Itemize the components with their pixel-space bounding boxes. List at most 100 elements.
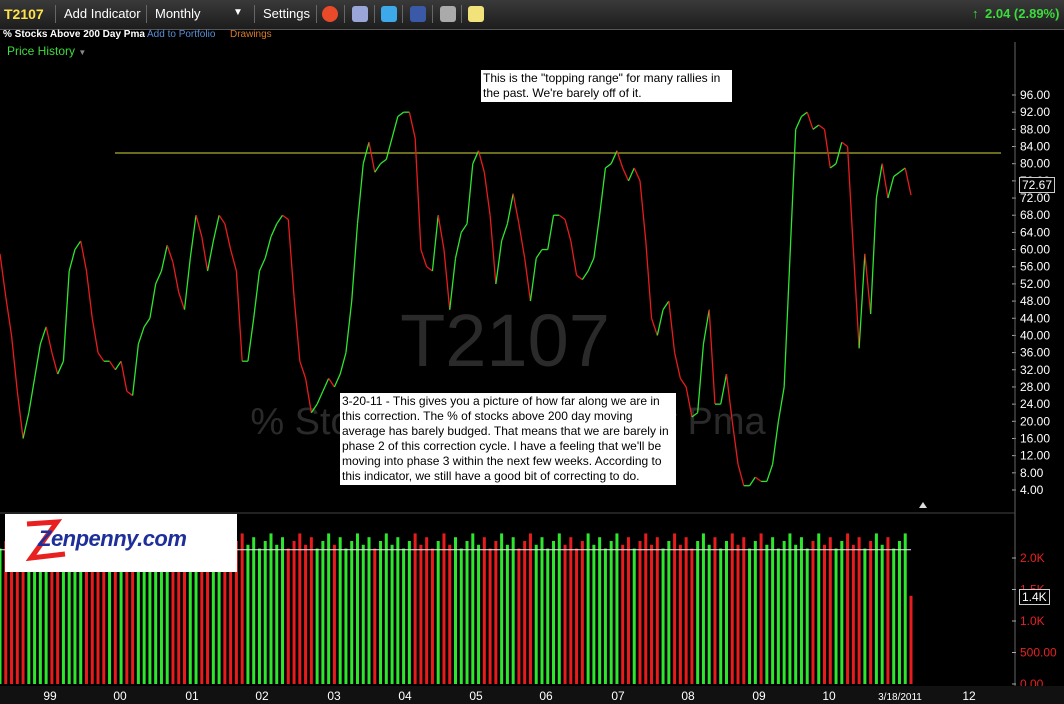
price-segment bbox=[777, 386, 785, 422]
volume-tick-label: 2.0K bbox=[1020, 551, 1045, 565]
volume-bar bbox=[327, 533, 331, 684]
price-segment bbox=[846, 146, 854, 250]
price-segment bbox=[881, 163, 889, 199]
price-segment bbox=[258, 257, 266, 272]
price-segment bbox=[593, 215, 601, 259]
volume-bar bbox=[269, 533, 273, 684]
price-segment bbox=[97, 352, 105, 362]
volume-tick-label: 1.0K bbox=[1020, 614, 1045, 628]
price-segment bbox=[253, 270, 261, 319]
volume-bar bbox=[0, 548, 2, 684]
y-tick-label: 60.00 bbox=[1020, 243, 1050, 257]
price-segment bbox=[864, 253, 872, 315]
volume-bar bbox=[384, 533, 388, 684]
volume-bar bbox=[650, 544, 654, 684]
volume-bar bbox=[638, 540, 642, 684]
price-segment bbox=[201, 236, 209, 272]
volume-bar bbox=[309, 537, 313, 684]
volume-bar bbox=[379, 540, 383, 684]
price-segment bbox=[633, 167, 641, 182]
y-tick-label: 36.00 bbox=[1020, 346, 1050, 360]
volume-bar bbox=[500, 533, 504, 684]
volume-bar bbox=[494, 540, 498, 684]
price-segment bbox=[374, 163, 382, 173]
volume-bar bbox=[788, 533, 792, 684]
volume-bar bbox=[246, 544, 250, 684]
volume-bar bbox=[886, 537, 890, 684]
volume-bar bbox=[736, 544, 740, 684]
y-tick-label: 72.00 bbox=[1020, 191, 1050, 205]
price-segment bbox=[749, 476, 756, 487]
volume-bar bbox=[730, 533, 734, 684]
volume-bar bbox=[321, 540, 325, 684]
volume-bar bbox=[413, 533, 417, 684]
volume-bar bbox=[615, 533, 619, 684]
price-segment bbox=[80, 240, 88, 272]
volume-bar bbox=[407, 540, 411, 684]
price-segment bbox=[512, 193, 520, 224]
logo-text: Zenpenny.com bbox=[38, 526, 187, 551]
price-segment bbox=[195, 215, 203, 237]
correction-annotation[interactable]: 3-20-11 - This gives you a picture of ho… bbox=[340, 393, 676, 485]
price-segment bbox=[16, 391, 24, 439]
price-segment bbox=[599, 167, 607, 216]
volume-bar bbox=[482, 537, 486, 684]
volume-bar bbox=[684, 537, 688, 684]
price-segment bbox=[131, 343, 140, 396]
x-tick-label: 03 bbox=[327, 689, 341, 703]
price-segment bbox=[518, 223, 526, 259]
volume-bar bbox=[759, 533, 763, 684]
volume-bar bbox=[396, 537, 400, 684]
price-segment bbox=[605, 163, 612, 169]
price-segment bbox=[656, 309, 664, 336]
price-segment bbox=[10, 335, 18, 392]
price-segment bbox=[420, 249, 428, 267]
y-tick-label: 92.00 bbox=[1020, 105, 1050, 119]
price-segment bbox=[149, 283, 157, 319]
price-segment bbox=[639, 180, 647, 242]
volume-bar bbox=[776, 548, 780, 684]
price-segment bbox=[547, 215, 555, 250]
price-segment bbox=[339, 352, 347, 375]
volume-bar bbox=[575, 548, 579, 684]
volume-tick-label: 500.00 bbox=[1020, 646, 1057, 660]
triangle-marker-icon[interactable] bbox=[919, 502, 927, 508]
topping-range-annotation[interactable]: This is the "topping range" for many ral… bbox=[481, 70, 732, 102]
volume-bar bbox=[367, 537, 371, 684]
volume-bar bbox=[823, 544, 827, 684]
price-segment bbox=[5, 296, 13, 336]
price-segment bbox=[829, 163, 837, 169]
price-segment bbox=[293, 296, 301, 362]
y-tick-label: 20.00 bbox=[1020, 414, 1050, 428]
volume-bar bbox=[315, 548, 319, 684]
last-volume-tag: 1.4K bbox=[1019, 589, 1050, 605]
price-segment bbox=[887, 176, 895, 199]
volume-bar bbox=[344, 548, 348, 684]
price-segment bbox=[852, 249, 860, 349]
price-segment bbox=[408, 112, 416, 139]
price-chart: T2107 % Stocks Above 200 Day Pma 96.0092… bbox=[0, 42, 1064, 704]
price-segment bbox=[875, 163, 883, 199]
volume-bar bbox=[753, 540, 757, 684]
price-segment bbox=[322, 378, 330, 392]
volume-bar bbox=[880, 544, 884, 684]
x-tick-label: 00 bbox=[113, 689, 127, 703]
price-segment bbox=[564, 219, 572, 242]
volume-bar bbox=[667, 540, 671, 684]
volume-bar bbox=[696, 540, 700, 684]
volume-bar bbox=[304, 544, 308, 684]
price-segment bbox=[189, 215, 197, 259]
price-segment bbox=[823, 129, 831, 169]
price-segment bbox=[818, 124, 825, 130]
volume-bar bbox=[771, 537, 775, 684]
price-segment bbox=[662, 300, 670, 311]
volume-bar bbox=[851, 544, 855, 684]
volume-bar bbox=[799, 537, 803, 684]
volume-bar bbox=[592, 544, 596, 684]
volume-bar bbox=[425, 537, 429, 684]
volume-bar bbox=[644, 533, 648, 684]
price-segment bbox=[345, 301, 353, 353]
volume-bar bbox=[263, 540, 267, 684]
x-tick-label: 06 bbox=[539, 689, 553, 703]
volume-bar bbox=[874, 533, 878, 684]
